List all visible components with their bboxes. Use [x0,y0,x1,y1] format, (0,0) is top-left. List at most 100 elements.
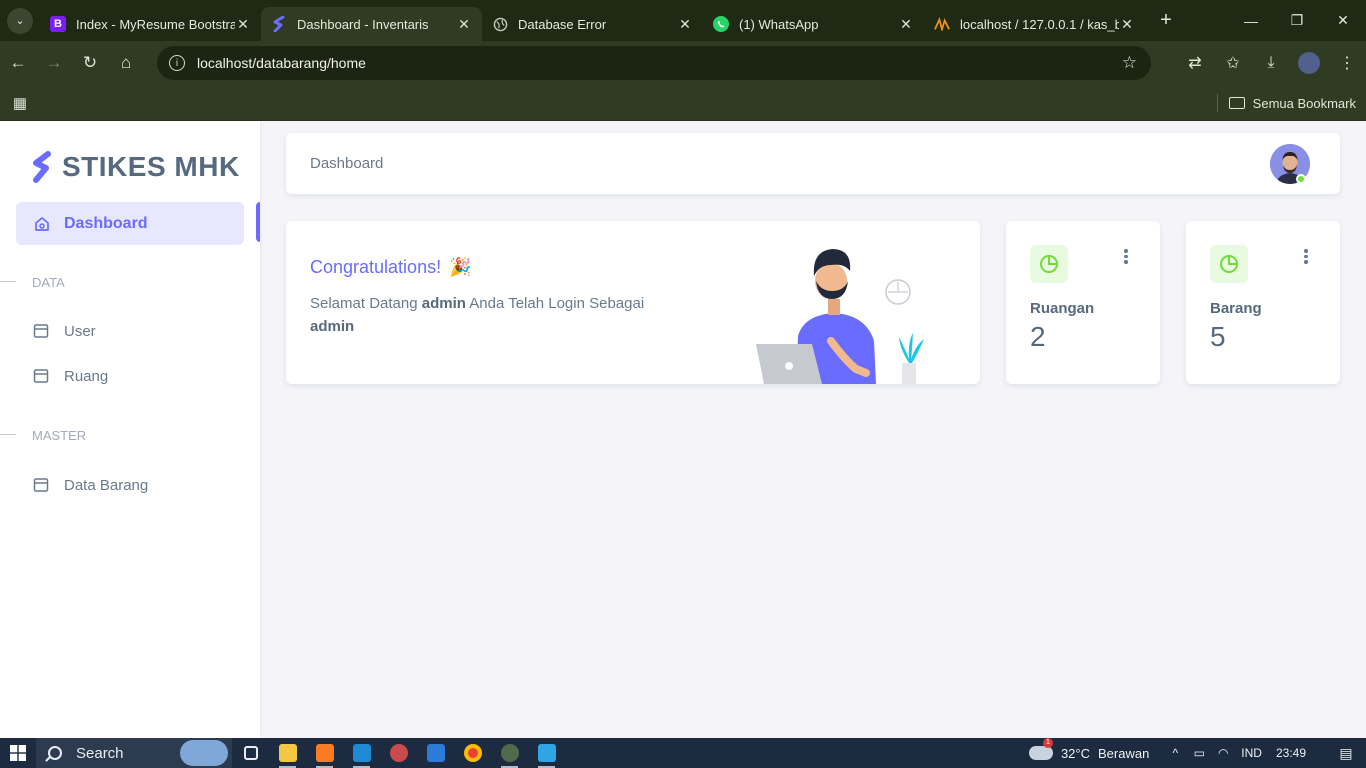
translate-icon[interactable]: ⇄ [1176,53,1214,73]
sidebar: STIKES MHK Dashboard DATA User Ruang MAS… [0,121,260,738]
restore-icon[interactable]: ❐ [1274,0,1320,41]
browser-toolbar: ← → ↻ ⌂ i localhost/databarang/home ☆ ⇄ … [0,41,1366,85]
bootstrap-icon: B [50,16,66,32]
table-icon [32,476,50,494]
brand[interactable]: STIKES MHK [30,151,240,183]
tab-title: localhost / 127.0.0.1 / kas_b [960,16,1119,32]
window-controls: — ❐ ✕ [1228,0,1366,41]
sidebar-item-dashboard[interactable]: Dashboard [16,202,244,245]
language-indicator[interactable]: IND [1241,746,1262,760]
bookmark-star-icon[interactable]: ☆ [1122,53,1137,73]
windows-start-icon[interactable] [0,738,36,768]
table-icon [32,322,50,340]
folder-icon [1228,97,1245,109]
weather-temp: 32°C [1060,745,1090,761]
weather-widget[interactable]: 1 32°C Berawan [1028,738,1150,761]
sidebar-item-ruang[interactable]: Ruang [32,367,108,385]
party-popper-icon: 🎉 [449,257,472,277]
man-with-laptop-illustration [756,249,924,384]
new-tab-button[interactable]: + [1151,9,1181,32]
sidebar-item-label: Data Barang [64,476,149,494]
xampp-icon[interactable] [306,738,343,768]
battery-icon[interactable]: ▭ [1187,746,1211,760]
toolbar-actions: ⇄ ✩ ⤓ ⋮ [1176,41,1366,85]
whatsapp-icon [713,16,729,32]
notification-icon[interactable]: ▤ [1326,745,1366,762]
sidebar-item-label: Dashboard [64,214,148,232]
close-icon[interactable]: ✕ [456,16,472,33]
profile-avatar[interactable] [1298,52,1320,74]
welcome-card: Congratulations! 🎉 Selamat Datang admin … [286,221,980,384]
phpmyadmin-icon [934,16,950,32]
chrome-icon[interactable] [454,738,491,768]
chrome-profile-icon[interactable] [491,738,528,768]
address-bar[interactable]: i localhost/databarang/home ☆ [157,46,1151,80]
brand-logo-icon [33,151,51,183]
divider [0,434,16,435]
browser-tab-active[interactable]: Dashboard - Inventaris ✕ [261,7,482,41]
system-tray: 1 32°C Berawan ^ ▭ ◠ IND 23:49 ▤ [1028,738,1366,768]
wifi-icon[interactable]: ◠ [1211,746,1235,760]
stat-card-ruangan: Ruangan 2 [1006,221,1160,384]
pie-chart-icon [1210,245,1248,283]
sidebar-item-data-barang[interactable]: Data Barang [32,476,148,494]
clock[interactable]: 23:49 [1276,746,1306,760]
photos-icon[interactable] [528,738,565,768]
site-info-icon[interactable]: i [169,55,185,71]
all-bookmarks-button[interactable]: Semua Bookmark [1228,85,1356,121]
stat-value: 5 [1210,321,1226,352]
close-icon[interactable]: ✕ [1119,16,1135,33]
welcome-text: Anda Telah Login Sebagai [469,295,645,312]
page-navbar: Dashboard [286,133,1340,194]
chevron-up-icon[interactable]: ^ [1163,746,1187,760]
menu-header-master: MASTER [32,428,87,443]
browser-tab[interactable]: Database Error ✕ [482,7,703,41]
taskbar: Search 1 32°C Berawan ^ ▭ ◠ IND 23:49 ▤ [0,738,1366,768]
taskbar-search[interactable]: Search [36,738,232,768]
browser-tab[interactable]: localhost / 127.0.0.1 / kas_b ✕ [924,7,1145,41]
tab-title: (1) WhatsApp [739,16,819,32]
weather-text: Berawan [1097,745,1150,761]
close-icon[interactable]: ✕ [677,16,693,33]
tab-title: Database Error [518,16,607,32]
divider [0,281,16,282]
vscode-icon[interactable] [343,738,380,768]
favorites-icon[interactable]: ✩ [1214,53,1252,73]
apps-grid-icon[interactable]: ▦ [0,94,40,112]
browser-tab[interactable]: (1) WhatsApp ✕ [703,7,924,41]
active-indicator [256,202,260,242]
search-icon [48,746,62,760]
file-explorer-icon[interactable] [269,738,306,768]
home-icon[interactable]: ⌂ [108,41,144,85]
stat-value: 2 [1030,321,1046,352]
close-icon[interactable]: ✕ [898,16,914,33]
app-icon[interactable] [380,738,417,768]
microsoft-store-icon[interactable] [417,738,454,768]
more-menu-icon[interactable]: ⋮ [1328,53,1366,73]
back-icon[interactable]: ← [0,41,36,85]
forward-icon[interactable]: → [36,41,72,85]
welcome-heading: Congratulations! 🎉 [310,257,472,278]
sidebar-item-user[interactable]: User [32,322,96,340]
more-vertical-icon[interactable] [1300,249,1312,264]
welcome-message: Selamat Datang admin Anda Telah Login Se… [310,292,680,338]
online-status-dot [1296,174,1306,184]
search-label: Search [76,744,124,762]
download-icon[interactable]: ⤓ [1252,54,1290,72]
close-window-icon[interactable]: ✕ [1320,0,1366,41]
divider [1217,94,1218,112]
tab-search-button[interactable]: ⌄ [0,0,40,41]
search-highlight-image [180,740,228,766]
minimize-icon[interactable]: — [1228,0,1274,41]
notification-badge: 1 [1042,738,1053,748]
more-vertical-icon[interactable] [1120,249,1132,264]
browser-tab[interactable]: B Index - MyResume Bootstrap ✕ [40,7,261,41]
stat-label: Ruangan [1030,300,1095,317]
reload-icon[interactable]: ↻ [72,41,108,85]
brand-name: STIKES MHK [62,151,240,182]
close-icon[interactable]: ✕ [235,16,251,33]
menu-header-data: DATA [32,275,65,290]
task-view-icon[interactable] [232,738,269,768]
welcome-username: admin [421,295,466,312]
tab-title: Dashboard - Inventaris [297,16,429,32]
